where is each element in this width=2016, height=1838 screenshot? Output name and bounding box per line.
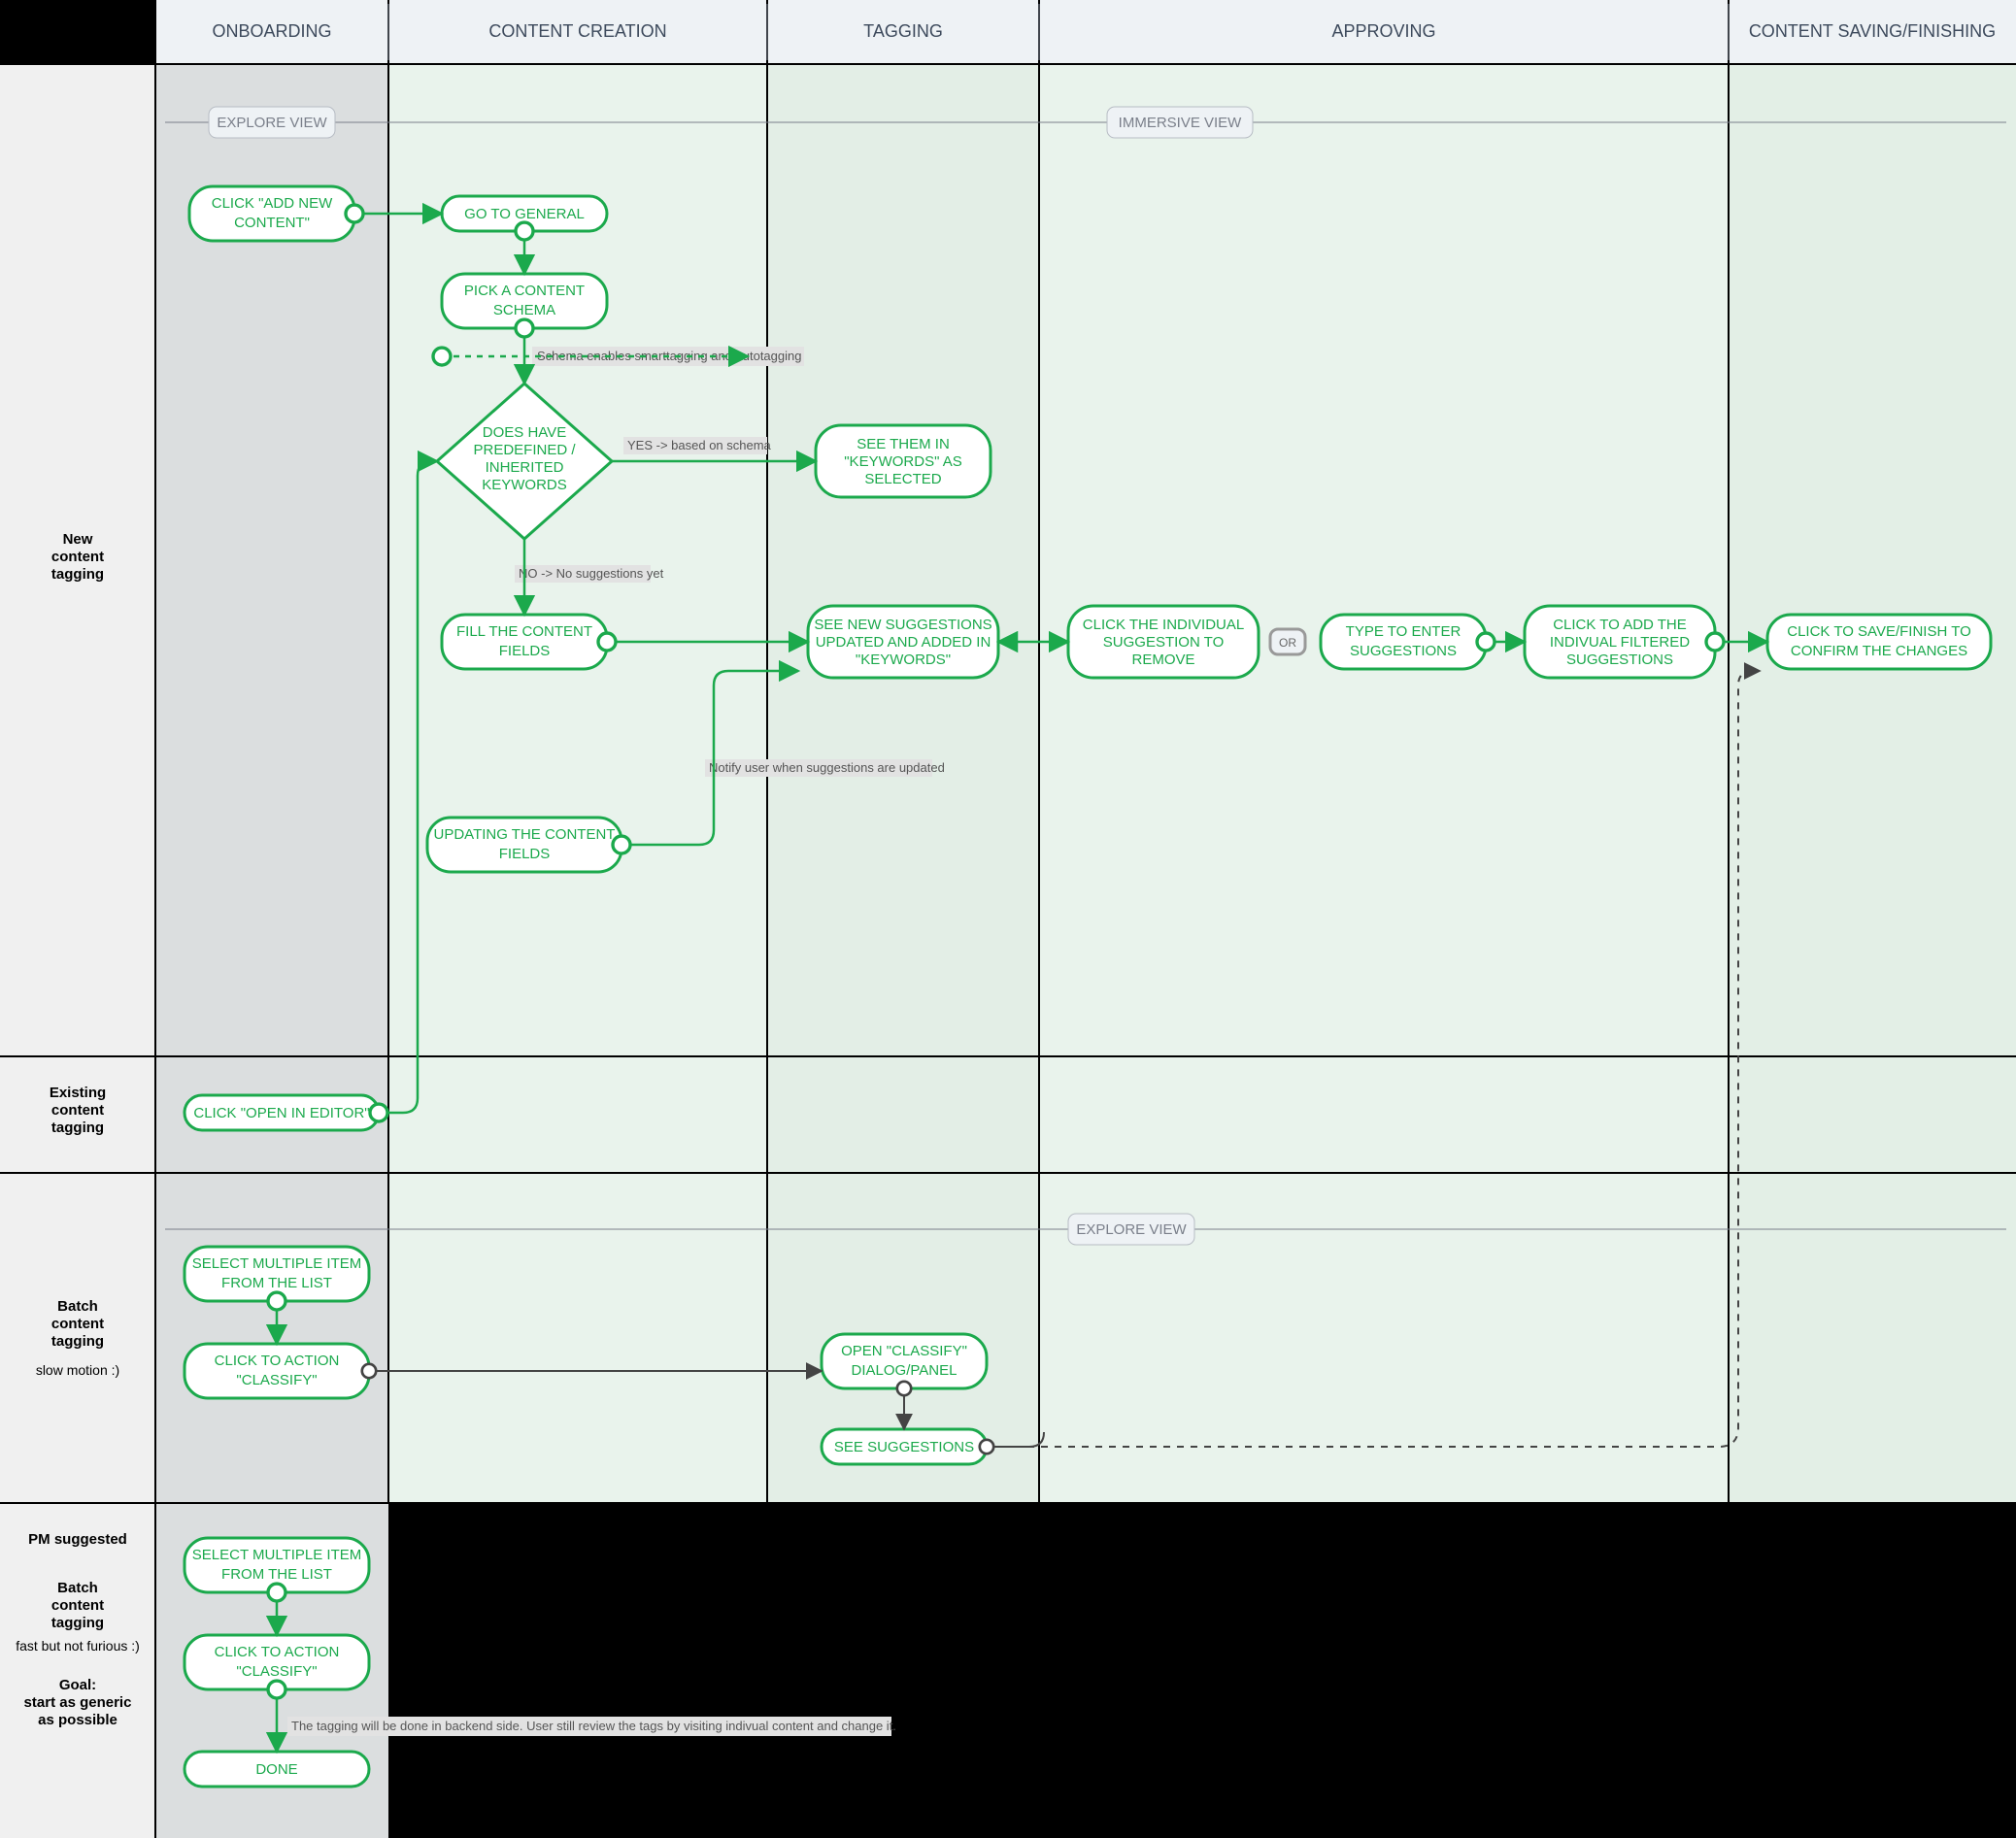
svg-text:"CLASSIFY": "CLASSIFY" — [236, 1663, 317, 1680]
svg-text:CLICK TO ADD THE: CLICK TO ADD THE — [1553, 617, 1687, 633]
svg-text:fast but not furious :): fast but not furious :) — [16, 1638, 140, 1654]
svg-text:CLICK "ADD NEW: CLICK "ADD NEW — [212, 195, 333, 212]
view-pill-explore2: EXPLORE VIEW — [1076, 1221, 1187, 1238]
svg-text:content: content — [51, 1102, 104, 1119]
svg-text:SEE NEW SUGGESTIONS: SEE NEW SUGGESTIONS — [814, 617, 991, 633]
svg-text:SEE SUGGESTIONS: SEE SUGGESTIONS — [834, 1439, 974, 1455]
svg-text:GO TO GENERAL: GO TO GENERAL — [464, 206, 585, 222]
svg-text:CONTENT SAVING/FINISHING: CONTENT SAVING/FINISHING — [1749, 21, 1996, 41]
svg-text:FIELDS: FIELDS — [499, 846, 551, 862]
svg-text:content: content — [51, 549, 104, 565]
svg-text:DONE: DONE — [255, 1761, 297, 1778]
svg-text:SELECTED: SELECTED — [864, 471, 941, 487]
svg-text:CLICK TO SAVE/FINISH TO: CLICK TO SAVE/FINISH TO — [1787, 623, 1971, 640]
svg-text:FROM THE LIST: FROM THE LIST — [221, 1566, 332, 1583]
svg-text:PICK A CONTENT: PICK A CONTENT — [464, 283, 585, 299]
svg-text:ONBOARDING: ONBOARDING — [212, 21, 331, 41]
svg-text:Existing: Existing — [50, 1085, 106, 1101]
svg-text:CLICK TO ACTION: CLICK TO ACTION — [215, 1644, 340, 1660]
svg-text:CLICK "OPEN IN EDITOR": CLICK "OPEN IN EDITOR" — [193, 1105, 369, 1121]
svg-text:"CLASSIFY": "CLASSIFY" — [236, 1372, 317, 1388]
svg-text:SEE THEM IN: SEE THEM IN — [857, 436, 950, 452]
svg-text:DIALOG/PANEL: DIALOG/PANEL — [852, 1362, 958, 1379]
svg-text:OR: OR — [1279, 636, 1296, 650]
svg-text:KEYWORDS: KEYWORDS — [482, 477, 567, 493]
svg-text:FIELDS: FIELDS — [499, 643, 551, 659]
view-pill-explore: EXPLORE VIEW — [217, 115, 327, 131]
svg-text:Goal:: Goal: — [59, 1677, 96, 1693]
svg-text:FROM THE LIST: FROM THE LIST — [221, 1275, 332, 1291]
svg-text:New: New — [63, 531, 93, 548]
svg-text:SCHEMA: SCHEMA — [493, 302, 555, 318]
svg-text:TAGGING: TAGGING — [863, 21, 943, 41]
svg-text:The tagging will be done in ba: The tagging will be done in backend side… — [291, 1719, 896, 1733]
svg-text:start as generic: start as generic — [24, 1694, 132, 1711]
svg-text:INHERITED: INHERITED — [486, 459, 564, 476]
svg-text:PREDEFINED /: PREDEFINED / — [473, 442, 576, 458]
view-pill-immersive: IMMERSIVE VIEW — [1119, 115, 1243, 131]
svg-text:INDIVUAL FILTERED: INDIVUAL FILTERED — [1550, 634, 1690, 651]
svg-text:tagging: tagging — [51, 1333, 104, 1350]
svg-text:CONTENT": CONTENT" — [234, 215, 310, 231]
svg-text:CONTENT CREATION: CONTENT CREATION — [488, 21, 666, 41]
svg-text:tagging: tagging — [51, 1120, 104, 1136]
svg-text:tagging: tagging — [51, 1615, 104, 1631]
svg-text:REMOVE: REMOVE — [1131, 652, 1194, 668]
svg-text:OPEN "CLASSIFY": OPEN "CLASSIFY" — [841, 1343, 967, 1359]
svg-text:"KEYWORDS" AS: "KEYWORDS" AS — [844, 453, 962, 470]
svg-text:SUGGESTIONS: SUGGESTIONS — [1350, 643, 1457, 659]
svg-text:PM suggested: PM suggested — [28, 1531, 127, 1548]
svg-text:content: content — [51, 1316, 104, 1332]
svg-text:CONFIRM THE CHANGES: CONFIRM THE CHANGES — [1791, 643, 1967, 659]
svg-text:CLICK THE INDIVIDUAL: CLICK THE INDIVIDUAL — [1083, 617, 1244, 633]
svg-text:YES -> based on schema: YES -> based on schema — [627, 438, 772, 452]
svg-text:content: content — [51, 1597, 104, 1614]
svg-text:FILL THE CONTENT: FILL THE CONTENT — [456, 623, 592, 640]
svg-text:UPDATING THE CONTENT: UPDATING THE CONTENT — [434, 826, 616, 843]
svg-text:Schema enables smarttagging an: Schema enables smarttagging and autotagg… — [537, 349, 801, 363]
svg-text:SUGGESTION TO: SUGGESTION TO — [1103, 634, 1224, 651]
svg-text:UPDATED AND ADDED IN: UPDATED AND ADDED IN — [816, 634, 991, 651]
svg-text:DOES HAVE: DOES HAVE — [483, 424, 566, 441]
svg-text:SUGGESTIONS: SUGGESTIONS — [1566, 652, 1673, 668]
svg-text:SELECT MULTIPLE ITEM: SELECT MULTIPLE ITEM — [192, 1547, 362, 1563]
svg-text:Notify user when suggestions a: Notify user when suggestions are updated — [709, 760, 945, 775]
svg-text:NO -> No suggestions yet: NO -> No suggestions yet — [519, 566, 664, 581]
svg-text:APPROVING: APPROVING — [1331, 21, 1435, 41]
svg-text:Batch: Batch — [57, 1580, 98, 1596]
svg-text:tagging: tagging — [51, 566, 104, 583]
svg-text:CLICK TO ACTION: CLICK TO ACTION — [215, 1353, 340, 1369]
flowchart-diagram: ONBOARDING CONTENT CREATION TAGGING APPR… — [0, 0, 2016, 1838]
svg-text:as possible: as possible — [38, 1712, 118, 1728]
svg-text:SELECT MULTIPLE ITEM: SELECT MULTIPLE ITEM — [192, 1255, 362, 1272]
svg-text:slow motion :): slow motion :) — [36, 1362, 119, 1378]
svg-text:"KEYWORDS": "KEYWORDS" — [856, 652, 951, 668]
svg-text:TYPE TO ENTER: TYPE TO ENTER — [1346, 623, 1462, 640]
svg-text:Batch: Batch — [57, 1298, 98, 1315]
